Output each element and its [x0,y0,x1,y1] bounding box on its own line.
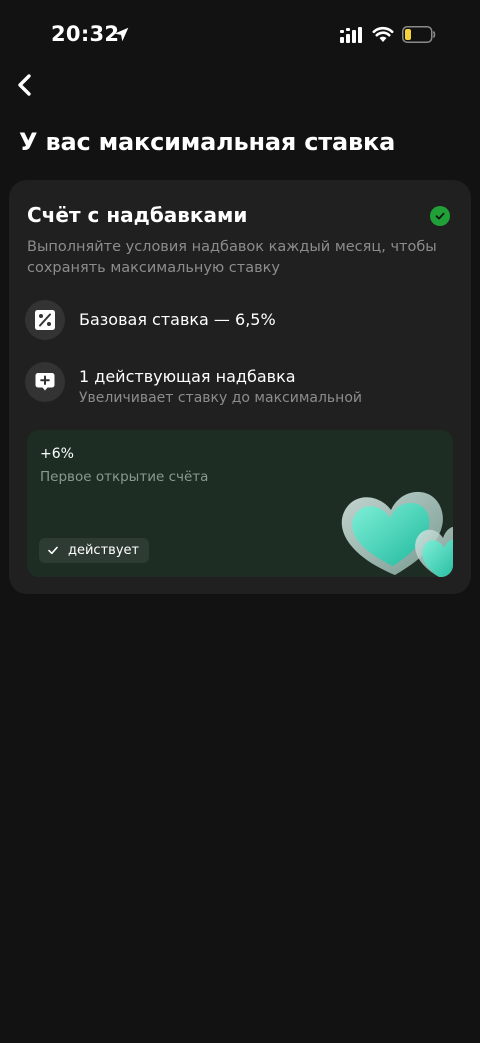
battery-icon [402,26,436,43]
feature-title: Базовая ставка — 6,5% [79,310,276,329]
status-time: 20:32 [51,22,120,46]
hearts-illustration [341,491,453,577]
feature-title: 1 действующая надбавка [79,367,296,386]
card-description: Выполняйте условия надбавок каждый месяц… [27,239,437,276]
percent-icon [25,300,65,340]
signal-icon [340,27,362,43]
feature-subtitle: Увеличивает ставку до максимальной [79,390,362,406]
check-circle-icon [430,206,450,226]
location-arrow-icon [114,27,129,42]
back-button[interactable] [8,68,42,102]
chevron-left-icon [18,74,31,96]
account-card: Счёт с надбавками Выполняйте условия над… [9,180,471,594]
status-bar: 20:32 [0,0,480,70]
plus-message-icon [25,362,65,402]
card-title: Счёт с надбавками [27,203,248,227]
check-icon [48,546,58,555]
status-badge-label: действует [68,543,140,558]
page-title: У вас максимальная ставка [19,128,396,156]
bonus-value: +6% [40,446,74,462]
bonus-description: Первое открытие счёта [40,469,209,485]
status-badge: действует [39,538,150,563]
bonus-card[interactable]: +6% Первое открытие счёта действует [27,430,453,577]
wifi-icon [372,26,394,42]
